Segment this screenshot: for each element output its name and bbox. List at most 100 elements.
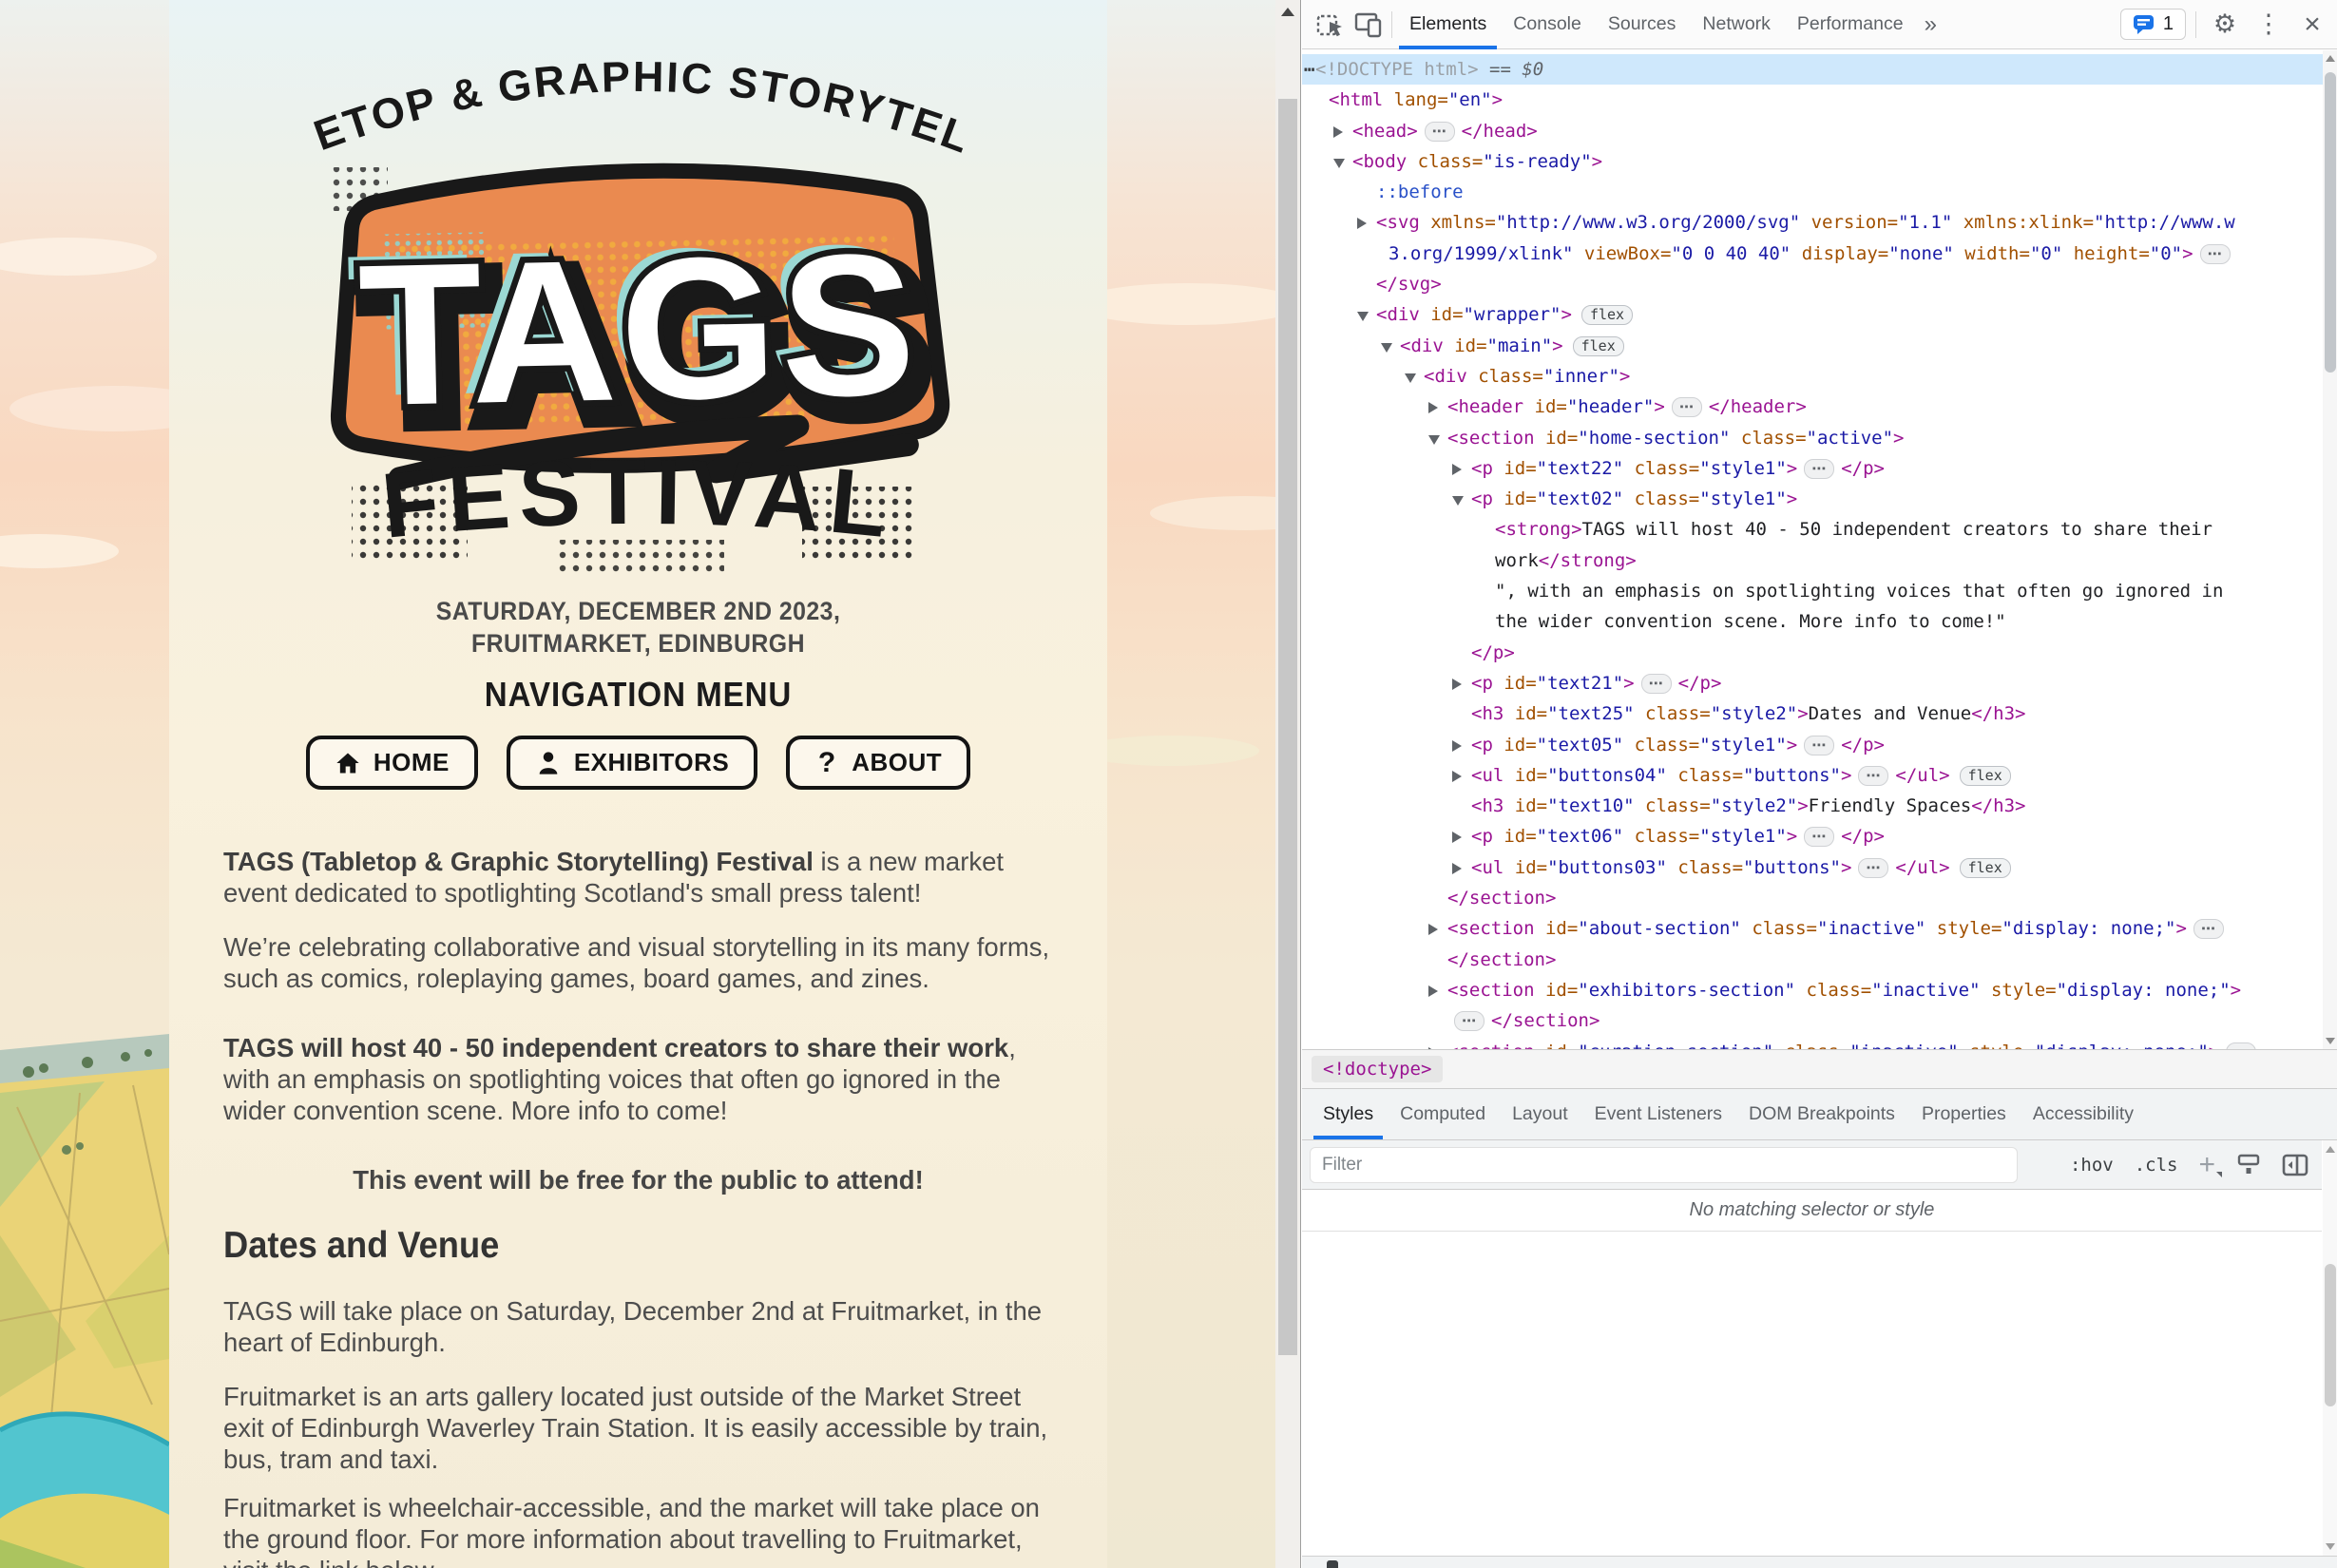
- dom-tree-row[interactable]: </svg>: [1302, 269, 2323, 299]
- kebab-menu-icon[interactable]: ⋮: [2250, 6, 2288, 44]
- dom-tree-row[interactable]: <ul id="buttons04" class="buttons">⋯</ul…: [1302, 760, 2323, 791]
- expand-arrow-icon[interactable]: [1452, 832, 1462, 843]
- tab-properties[interactable]: Properties: [1908, 1089, 2020, 1139]
- paint-brush-icon[interactable]: [2236, 1153, 2261, 1177]
- expand-arrow-icon[interactable]: [1452, 679, 1462, 690]
- expand-arrow-icon[interactable]: [1452, 771, 1462, 782]
- expand-arrow-icon[interactable]: [1333, 126, 1343, 138]
- dom-tree-row[interactable]: ⋯</section>: [1302, 1005, 2323, 1036]
- expand-arrow-icon[interactable]: [1428, 924, 1438, 935]
- dom-tree-row[interactable]: <header id="header">⋯</header>: [1302, 392, 2323, 422]
- toggle-hover-state[interactable]: :hov: [2070, 1155, 2114, 1176]
- styles-filter-input[interactable]: [1310, 1147, 2018, 1183]
- dom-tree-row[interactable]: <ul id="buttons03" class="buttons">⋯</ul…: [1302, 852, 2323, 883]
- dom-tree-row[interactable]: <div id="wrapper">flex: [1302, 299, 2323, 330]
- collapsed-content-icon[interactable]: ⋯: [2193, 919, 2224, 939]
- collapse-arrow-icon[interactable]: [1405, 373, 1416, 383]
- dom-tree-row[interactable]: <strong>TAGS will host 40 - 50 independe…: [1302, 514, 2323, 545]
- expand-arrow-icon[interactable]: [1452, 863, 1462, 874]
- tab-sources[interactable]: Sources: [1595, 0, 1690, 49]
- tab-accessibility[interactable]: Accessibility: [2020, 1089, 2147, 1139]
- scroll-up-arrow-icon[interactable]: [2326, 1146, 2335, 1153]
- toggle-class[interactable]: .cls: [2135, 1155, 2178, 1176]
- dom-tree-row[interactable]: <div class="inner">: [1302, 361, 2323, 392]
- dom-tree-row[interactable]: <h3 id="text10" class="style2">Friendly …: [1302, 791, 2323, 821]
- scroll-up-arrow-icon[interactable]: [1281, 8, 1294, 16]
- collapse-arrow-icon[interactable]: [1428, 435, 1440, 445]
- dom-tree-row[interactable]: <section id="curation-section" class="in…: [1302, 1037, 2323, 1050]
- collapsed-content-icon[interactable]: ⋯: [1804, 736, 1834, 755]
- dom-tree-row[interactable]: </section>: [1302, 945, 2323, 975]
- tree-scrollbar-thumb[interactable]: [2325, 72, 2336, 373]
- collapsed-content-icon[interactable]: ⋯: [2226, 1042, 2256, 1050]
- device-toolbar-icon[interactable]: [1350, 6, 1388, 44]
- scroll-down-arrow-icon[interactable]: [2326, 1038, 2335, 1044]
- dom-tree-row[interactable]: <svg xmlns="http://www.w3.org/2000/svg" …: [1302, 207, 2323, 238]
- exhibitors-button[interactable]: EXHIBITORS: [507, 736, 757, 790]
- tab-elements[interactable]: Elements: [1396, 0, 1500, 49]
- dom-tree-row[interactable]: work</strong>: [1302, 545, 2323, 576]
- dom-tree-row[interactable]: <section id="about-section" class="inact…: [1302, 913, 2323, 944]
- styles-scrollbar[interactable]: [2323, 1140, 2337, 1556]
- collapsed-content-icon[interactable]: ⋯: [1858, 766, 1888, 786]
- dom-tree-row[interactable]: ::before: [1302, 177, 2323, 207]
- dom-tree-row[interactable]: <body class="is-ready">: [1302, 146, 2323, 177]
- more-tabs-icon[interactable]: »: [1917, 11, 1944, 38]
- page-scrollbar[interactable]: [1275, 0, 1300, 1568]
- tab-event-listeners[interactable]: Event Listeners: [1581, 1089, 1735, 1139]
- dom-tree-row[interactable]: <div id="main">flex: [1302, 331, 2323, 361]
- tab-dom-breakpoints[interactable]: DOM Breakpoints: [1735, 1089, 1908, 1139]
- close-devtools-icon[interactable]: ×: [2293, 6, 2331, 44]
- collapse-arrow-icon[interactable]: [1381, 343, 1392, 353]
- expand-arrow-icon[interactable]: [1357, 218, 1367, 229]
- new-style-rule-icon[interactable]: +: [2198, 1151, 2215, 1179]
- expand-arrow-icon[interactable]: [1452, 464, 1462, 475]
- dom-tree-row[interactable]: <p id="text06" class="style1">⋯</p>: [1302, 821, 2323, 851]
- flex-badge[interactable]: flex: [1573, 336, 1624, 356]
- dom-tree-scrollbar[interactable]: [2323, 50, 2337, 1049]
- collapse-arrow-icon[interactable]: [1357, 312, 1369, 321]
- dom-tree-row[interactable]: <section id="home-section" class="active…: [1302, 423, 2323, 453]
- collapsed-content-icon[interactable]: ⋯: [1804, 827, 1834, 847]
- dom-tree-row[interactable]: <p id="text02" class="style1">: [1302, 484, 2323, 514]
- tab-layout[interactable]: Layout: [1499, 1089, 1581, 1139]
- scroll-up-arrow-icon[interactable]: [2326, 55, 2335, 62]
- collapsed-content-icon[interactable]: ⋯: [1672, 397, 1702, 417]
- breadcrumb-doctype[interactable]: <!doctype>: [1312, 1056, 1443, 1082]
- expand-arrow-icon[interactable]: [1428, 985, 1438, 997]
- dom-tree-row[interactable]: ⋯<!DOCTYPE html> == $0: [1302, 54, 2323, 85]
- dom-tree-row[interactable]: <section id="exhibitors-section" class="…: [1302, 975, 2323, 1005]
- dom-tree-row[interactable]: <p id="text21">⋯</p>: [1302, 668, 2323, 698]
- tab-performance[interactable]: Performance: [1784, 0, 1917, 49]
- dom-tree-row[interactable]: <head>⋯</head>: [1302, 116, 2323, 146]
- dom-tree-row[interactable]: <p id="text22" class="style1">⋯</p>: [1302, 453, 2323, 484]
- collapsed-content-icon[interactable]: ⋯: [2200, 244, 2231, 264]
- tab-console[interactable]: Console: [1500, 0, 1595, 49]
- collapsed-content-icon[interactable]: ⋯: [1804, 459, 1834, 479]
- tab-styles[interactable]: Styles: [1310, 1089, 1387, 1139]
- dom-tree-row[interactable]: </section>: [1302, 883, 2323, 913]
- dom-tree-row[interactable]: <h3 id="text25" class="style2">Dates and…: [1302, 698, 2323, 729]
- expand-arrow-icon[interactable]: [1428, 402, 1438, 413]
- flex-badge[interactable]: flex: [1581, 305, 1633, 325]
- styles-scrollbar-thumb[interactable]: [2325, 1264, 2336, 1406]
- tab-network[interactable]: Network: [1689, 0, 1784, 49]
- dom-tree-row[interactable]: ", with an emphasis on spotlighting voic…: [1302, 576, 2323, 606]
- dom-tree-row[interactable]: the wider convention scene. More info to…: [1302, 606, 2323, 637]
- page-scrollbar-thumb[interactable]: [1278, 99, 1297, 1355]
- dom-tree-row[interactable]: </p>: [1302, 638, 2323, 668]
- collapsed-content-icon[interactable]: ⋯: [1858, 858, 1888, 878]
- dom-tree-row[interactable]: 3.org/1999/xlink" viewBox="0 0 40 40" di…: [1302, 239, 2323, 269]
- settings-gear-icon[interactable]: ⚙: [2206, 6, 2244, 44]
- collapse-arrow-icon[interactable]: [1452, 496, 1464, 506]
- home-button[interactable]: HOME: [306, 736, 478, 790]
- collapsed-content-icon[interactable]: ⋯: [1425, 122, 1455, 142]
- issues-counter-button[interactable]: 1: [2120, 9, 2186, 40]
- toggle-sidebar-icon[interactable]: [2282, 1154, 2308, 1176]
- scroll-down-arrow-icon[interactable]: [2326, 1543, 2335, 1550]
- about-button[interactable]: ? ABOUT: [786, 736, 970, 790]
- tab-computed[interactable]: Computed: [1387, 1089, 1499, 1139]
- flex-badge[interactable]: flex: [1960, 766, 2011, 786]
- collapsed-content-icon[interactable]: ⋯: [1454, 1011, 1485, 1031]
- inspect-element-icon[interactable]: [1312, 6, 1350, 44]
